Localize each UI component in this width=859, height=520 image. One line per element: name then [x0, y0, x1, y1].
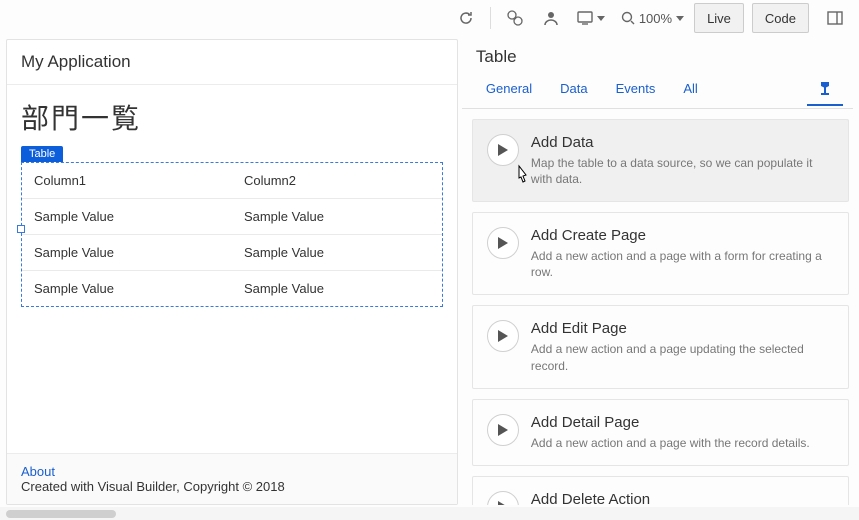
user-icon[interactable]: [535, 2, 567, 34]
app-footer: About Created with Visual Builder, Copyr…: [7, 453, 457, 504]
action-card-title: Add Data: [531, 134, 834, 151]
reload-icon[interactable]: [450, 2, 482, 34]
tab-data[interactable]: Data: [546, 71, 601, 108]
table-cell: Sample Value: [22, 234, 232, 270]
action-card-body: Add Edit Page Add a new action and a page…: [531, 320, 834, 373]
scrollbar-thumb[interactable]: [6, 510, 116, 518]
horizontal-scrollbar[interactable]: [0, 507, 859, 520]
quickstart-action-card[interactable]: Add Detail Page Add a new action and a pa…: [472, 399, 849, 466]
tab-quickstarts[interactable]: [807, 72, 843, 106]
inspector-title: Table: [462, 39, 853, 71]
copyright-text: Created with Visual Builder, Copyright ©…: [21, 479, 285, 494]
device-selector[interactable]: [571, 2, 611, 34]
property-inspector: Table General Data Events All Add Data Ma…: [462, 39, 853, 506]
action-card-title: Add Edit Page: [531, 320, 834, 337]
top-toolbar: 100% Live Code: [0, 0, 859, 37]
about-link[interactable]: About: [21, 464, 55, 479]
table-cell: Sample Value: [232, 198, 442, 234]
action-card-title: Add Detail Page: [531, 414, 834, 431]
action-card-title: Add Create Page: [531, 227, 834, 244]
play-icon[interactable]: [487, 134, 519, 166]
quickstart-action-card[interactable]: Add Edit Page Add a new action and a page…: [472, 305, 849, 388]
table-column-header[interactable]: Column2: [232, 163, 442, 199]
action-card-description: Map the table to a data source, so we ca…: [531, 155, 834, 187]
pointer-cursor-icon: [513, 164, 531, 186]
selected-component-wrapper: Table Column1Column2 Sample ValueSample …: [21, 145, 443, 307]
quickstart-action-card[interactable]: Add Data Map the table to a data source, …: [472, 119, 849, 202]
table-cell: Sample Value: [232, 234, 442, 270]
action-card-description: Add a new action and a page with a form …: [531, 248, 834, 280]
inspector-tabs: General Data Events All: [462, 71, 853, 109]
table-column-header[interactable]: Column1: [22, 163, 232, 199]
action-card-body: Add Data Map the table to a data source, …: [531, 134, 834, 187]
action-card-body: Add Detail Page Add a new action and a pa…: [531, 414, 834, 451]
table-row[interactable]: Sample ValueSample Value: [22, 234, 442, 270]
design-canvas[interactable]: 部門一覧 Table Column1Column2 Sample ValueSa…: [7, 85, 457, 454]
action-card-body: Add Delete Action: [531, 491, 834, 505]
play-icon[interactable]: [487, 320, 519, 352]
selection-border[interactable]: Column1Column2 Sample ValueSample ValueS…: [21, 162, 443, 307]
action-card-description: Add a new action and a page with the rec…: [531, 435, 834, 451]
table-row[interactable]: Sample ValueSample Value: [22, 198, 442, 234]
table-row[interactable]: Sample ValueSample Value: [22, 270, 442, 306]
table-cell: Sample Value: [22, 270, 232, 306]
play-icon[interactable]: [487, 227, 519, 259]
live-button[interactable]: Live: [694, 3, 744, 33]
table-header-row: Column1Column2: [22, 163, 442, 199]
quickstart-icon: [817, 80, 833, 96]
tab-events[interactable]: Events: [602, 71, 670, 108]
component-badge: Table: [21, 146, 63, 162]
table-cell: Sample Value: [22, 198, 232, 234]
code-button[interactable]: Code: [752, 3, 809, 33]
app-header-title: My Application: [7, 40, 457, 85]
tab-all[interactable]: All: [669, 71, 711, 108]
panel-toggle-icon[interactable]: [819, 2, 851, 34]
quickstart-action-card[interactable]: Add Delete Action: [472, 476, 849, 505]
action-card-title: Add Delete Action: [531, 491, 834, 505]
quickstart-actions-list: Add Data Map the table to a data source, …: [462, 109, 853, 506]
design-canvas-pane: My Application 部門一覧 Table Column1Column2…: [6, 39, 458, 506]
zoom-label: 100%: [639, 11, 672, 26]
selection-handle-left[interactable]: [17, 225, 25, 233]
table-body: Sample ValueSample ValueSample ValueSamp…: [22, 198, 442, 306]
play-icon[interactable]: [487, 491, 519, 505]
action-card-description: Add a new action and a page updating the…: [531, 341, 834, 373]
zoom-control[interactable]: 100%: [615, 2, 690, 34]
page-heading: 部門一覧: [21, 97, 443, 137]
table-cell: Sample Value: [232, 270, 442, 306]
translate-icon[interactable]: [499, 2, 531, 34]
action-card-body: Add Create Page Add a new action and a pa…: [531, 227, 834, 280]
quickstart-action-card[interactable]: Add Create Page Add a new action and a pa…: [472, 212, 849, 295]
toolbar-separator: [490, 7, 491, 29]
play-icon[interactable]: [487, 414, 519, 446]
tab-general[interactable]: General: [472, 71, 546, 108]
table-component[interactable]: Column1Column2 Sample ValueSample ValueS…: [22, 163, 442, 306]
